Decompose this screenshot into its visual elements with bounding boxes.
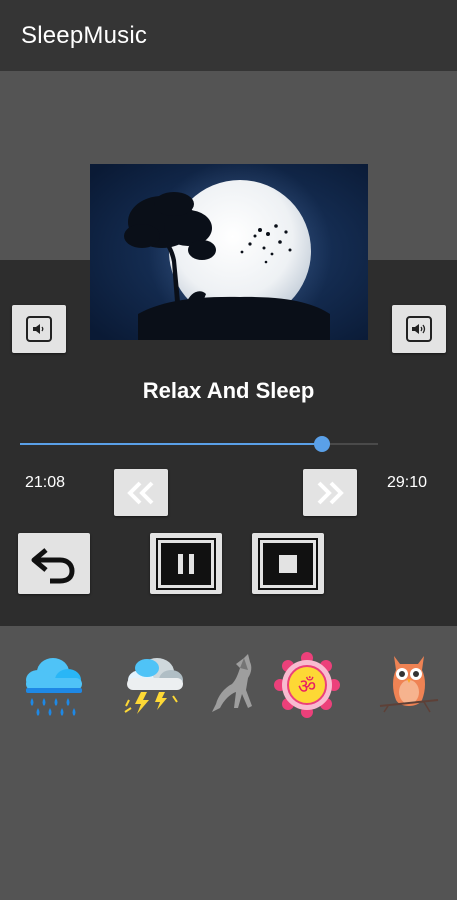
elapsed-time: 21:08: [25, 474, 66, 491]
rewind-button[interactable]: [114, 469, 168, 516]
stop-button[interactable]: [252, 533, 324, 594]
thunder-sound-button[interactable]: [117, 650, 187, 720]
stop-icon: [258, 537, 318, 590]
owl-sound-button[interactable]: [374, 650, 444, 720]
pause-button[interactable]: [150, 533, 222, 594]
volume-icon: [406, 316, 432, 342]
app-title: SleepMusic: [21, 22, 148, 49]
seek-bar[interactable]: [20, 436, 378, 452]
double-chevron-left-icon: [127, 481, 154, 504]
owl-icon: [379, 656, 439, 713]
rain-sound-button[interactable]: [18, 650, 88, 720]
undo-arrow-icon: [31, 547, 75, 583]
seek-thumb[interactable]: [313, 436, 330, 452]
seek-progress: [20, 443, 322, 445]
rain-cloud-icon: [26, 658, 82, 716]
om-mandala-icon: ॐ: [274, 652, 340, 718]
howling-wolf-icon: [212, 654, 252, 712]
pause-icon: [156, 537, 216, 590]
svg-text:ॐ: ॐ: [298, 674, 316, 698]
back-button[interactable]: [18, 533, 90, 594]
thunderstorm-icon: [124, 658, 183, 714]
track-title: Relax And Sleep: [142, 378, 315, 403]
om-sound-button[interactable]: ॐ: [272, 650, 342, 720]
volume-down-button[interactable]: [12, 305, 66, 353]
double-chevron-right-icon: [317, 481, 344, 504]
app-bar: SleepMusic: [0, 0, 457, 71]
wolf-sound-button[interactable]: [200, 650, 270, 720]
album-artwork: [90, 164, 368, 340]
volume-icon: [26, 316, 52, 342]
total-time: 29:10: [387, 474, 428, 491]
volume-up-button[interactable]: [392, 305, 446, 353]
fast-forward-button[interactable]: [303, 469, 357, 516]
